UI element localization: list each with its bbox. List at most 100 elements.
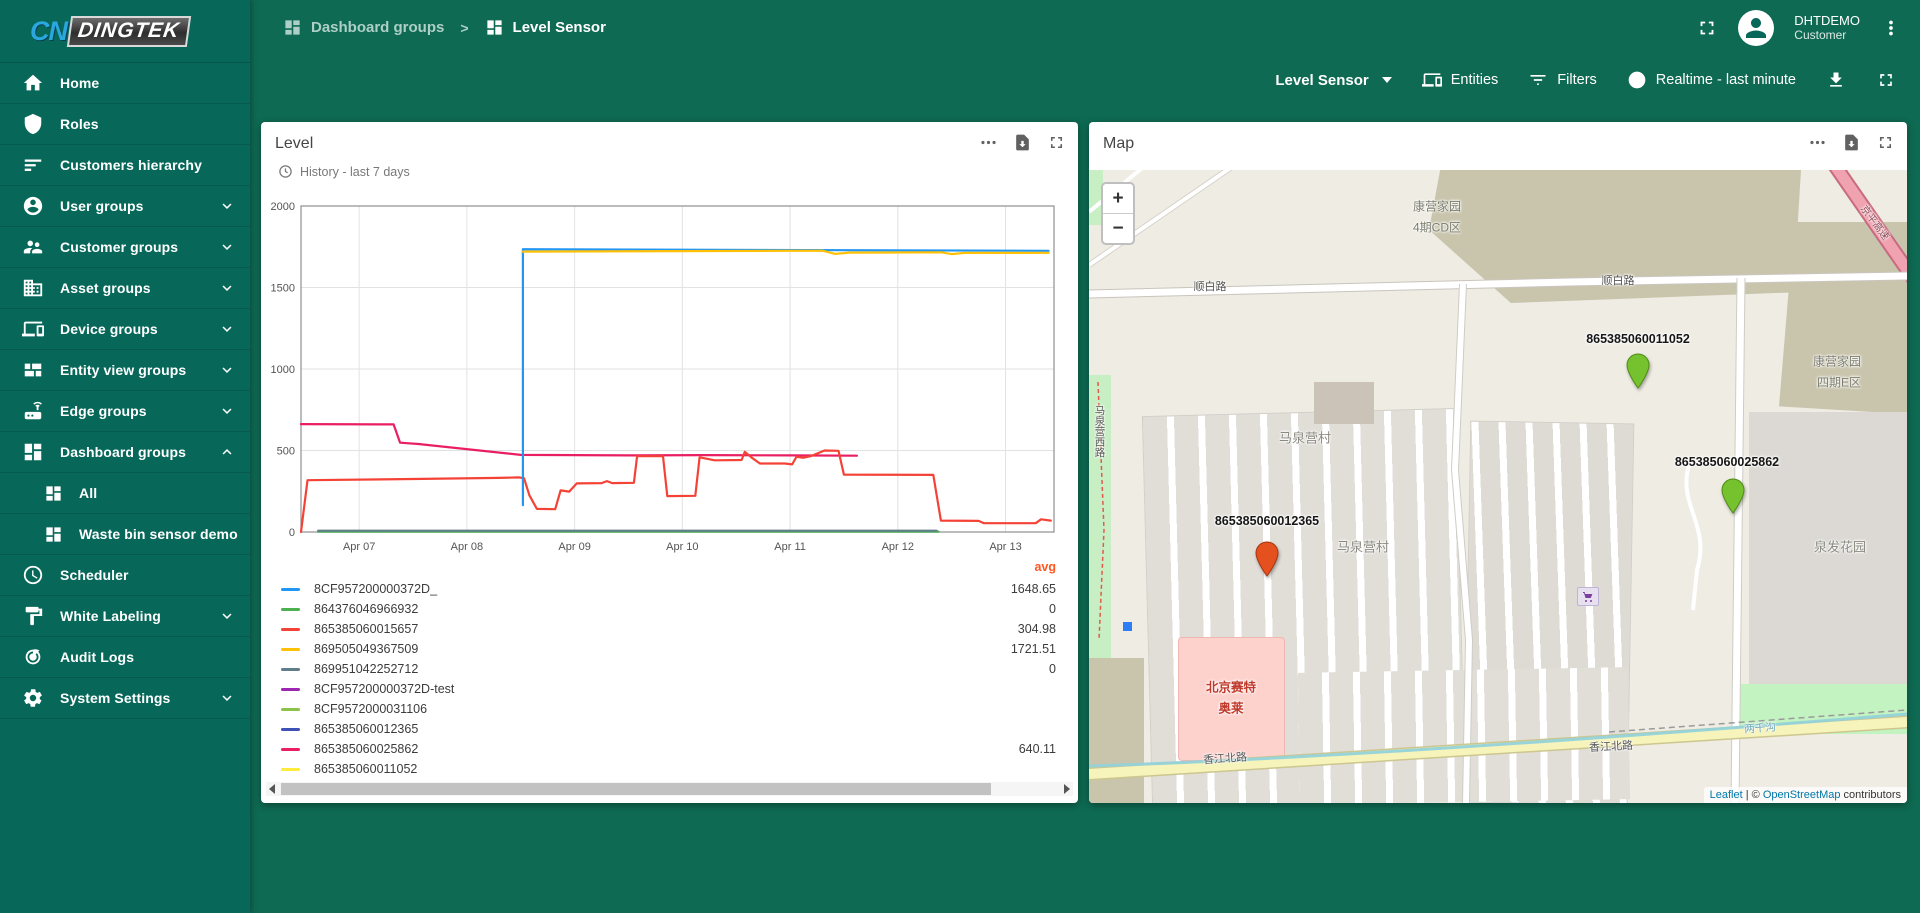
sidebar-item-edge-groups[interactable]: Edge groups: [0, 391, 250, 432]
sidebar-item-label: Device groups: [60, 321, 158, 337]
sidebar-item-dashboard-groups[interactable]: Dashboard groups: [0, 432, 250, 473]
chevron-up-icon: [218, 443, 236, 461]
sidebar-item-user-groups[interactable]: User groups: [0, 186, 250, 227]
more-vert-icon[interactable]: [1880, 17, 1902, 39]
sidebar-menu: Home Roles Customers hierarchy User groupsC…: [0, 62, 250, 719]
legend-avg-value: 0: [1049, 602, 1056, 616]
export-widget-icon[interactable]: [1013, 133, 1032, 152]
y-axis-tick: 1500: [271, 283, 295, 295]
legend-row[interactable]: 865385060011052: [281, 759, 1056, 779]
legend-row[interactable]: 8699510422527120: [281, 659, 1056, 679]
expand-widget-icon[interactable]: [1047, 133, 1066, 152]
sidebar-item-entity-view-groups[interactable]: Entity view groups: [0, 350, 250, 391]
scroll-left-arrow-icon[interactable]: [269, 784, 275, 794]
scrollbar-thumb[interactable]: [281, 783, 991, 795]
sidebar-item-waste-bin-sensor-demo[interactable]: Waste bin sensor demo: [0, 514, 250, 555]
sidebar-item-label: Home: [60, 75, 99, 91]
supermarket-cart-icon: [1577, 587, 1599, 606]
sidebar-item-device-groups[interactable]: Device groups: [0, 309, 250, 350]
people-icon: [22, 236, 44, 258]
sidebar-item-white-labeling[interactable]: White Labeling: [0, 596, 250, 637]
sidebar-item-customer-groups[interactable]: Customer groups: [0, 227, 250, 268]
zoom-in-button[interactable]: +: [1103, 184, 1133, 214]
chart-legend: avg8CF957200000372D_1648.658643760469669…: [281, 560, 1056, 779]
clock-icon: [1627, 70, 1647, 90]
legend-row[interactable]: 865385060025862640.11: [281, 739, 1056, 759]
more-horiz-icon[interactable]: [979, 133, 998, 152]
expand-widget-icon[interactable]: [1876, 133, 1895, 152]
export-dashboard-button[interactable]: [1826, 70, 1846, 90]
fullscreen-icon[interactable]: [1696, 17, 1718, 39]
dashboards-icon: [283, 18, 302, 37]
widget-actions: [979, 133, 1066, 152]
legend-device-name: 865385060012365: [314, 722, 418, 736]
device-map-pin[interactable]: [1625, 353, 1651, 389]
fullscreen-dashboard-button[interactable]: [1876, 70, 1896, 90]
top-header: Dashboard groups > Level Sensor DHTDEMO …: [250, 0, 1920, 55]
sidebar-item-audit-logs[interactable]: Audit Logs: [0, 637, 250, 678]
legend-device-name: 869505049367509: [314, 642, 418, 656]
legend-device-name: 865385060015657: [314, 622, 418, 636]
y-axis-tick: 0: [289, 527, 295, 539]
user-avatar[interactable]: [1738, 10, 1774, 46]
sidebar-item-label: All: [79, 485, 97, 501]
sidebar-item-home[interactable]: Home: [0, 63, 250, 104]
legend-row[interactable]: 8CF957200000372D-test: [281, 679, 1056, 699]
map-place-label: 顺白路: [1602, 272, 1635, 288]
legend-row[interactable]: 865385060015657304.98: [281, 619, 1056, 639]
breadcrumb-parent[interactable]: Dashboard groups: [311, 19, 444, 36]
breadcrumb: Dashboard groups > Level Sensor: [283, 18, 606, 37]
scroll-right-arrow-icon[interactable]: [1064, 784, 1070, 794]
legend-row[interactable]: 8CF9572000031106: [281, 699, 1056, 719]
legend-device-name: 869951042252712: [314, 662, 418, 676]
sidebar-item-label: Waste bin sensor demo: [79, 526, 238, 542]
chevron-down-icon: [218, 607, 236, 625]
y-axis-tick: 1000: [271, 364, 295, 376]
timewindow-subtitle[interactable]: History - last 7 days: [278, 164, 410, 179]
timewindow-label: Realtime - last minute: [1656, 72, 1796, 88]
legend-swatch: [281, 688, 300, 691]
zoom-out-button[interactable]: −: [1103, 214, 1133, 243]
device-map-pin[interactable]: [1720, 478, 1746, 514]
level-line-chart[interactable]: 0500100015002000Apr 07Apr 08Apr 09Apr 10…: [261, 194, 1078, 560]
leaflet-link[interactable]: Leaflet: [1710, 789, 1743, 801]
logo-dingtek-text: DINGTEK: [67, 16, 191, 47]
app-logo[interactable]: CN DINGTEK: [0, 0, 250, 62]
filters-button[interactable]: Filters: [1528, 70, 1596, 90]
filters-label: Filters: [1557, 72, 1596, 88]
sidebar-item-label: Edge groups: [60, 403, 147, 419]
home-icon: [22, 72, 44, 94]
dashboard-select[interactable]: Level Sensor: [1275, 72, 1391, 89]
sidebar-item-all[interactable]: All: [0, 473, 250, 514]
map-place-label: 四期E区: [1817, 374, 1861, 391]
export-widget-icon[interactable]: [1842, 133, 1861, 152]
entities-label: Entities: [1451, 72, 1499, 88]
user-info[interactable]: DHTDEMO Customer: [1794, 13, 1860, 43]
map-place-label: 泉发花园: [1814, 537, 1866, 556]
leaflet-map[interactable]: + − 康营家园4期CD区康营家园四期E区顺白路顺白路马泉营村马泉营村泉发花园北…: [1089, 170, 1907, 803]
timewindow-button[interactable]: Realtime - last minute: [1627, 70, 1796, 90]
sidebar-item-asset-groups[interactable]: Asset groups: [0, 268, 250, 309]
more-horiz-icon[interactable]: [1808, 133, 1827, 152]
map-roads-layer: [1089, 170, 1907, 803]
sidebar-item-label: Customers hierarchy: [60, 157, 202, 173]
x-axis-tick: Apr 10: [666, 541, 698, 553]
legend-swatch: [281, 748, 300, 751]
sidebar-item-scheduler[interactable]: Scheduler: [0, 555, 250, 596]
device-map-pin[interactable]: [1254, 541, 1280, 577]
legend-row[interactable]: 8CF957200000372D_1648.65: [281, 579, 1056, 599]
download-icon: [1826, 70, 1846, 90]
legend-row[interactable]: 865385060012365: [281, 719, 1056, 739]
entities-button[interactable]: Entities: [1422, 70, 1499, 90]
y-axis-tick: 500: [277, 446, 295, 458]
sidebar-item-roles[interactable]: Roles: [0, 104, 250, 145]
legend-row[interactable]: 8643760469669320: [281, 599, 1056, 619]
sidebar-item-label: Dashboard groups: [60, 444, 186, 460]
osm-link[interactable]: OpenStreetMap: [1763, 789, 1841, 801]
legend-swatch: [281, 708, 300, 711]
chevron-down-icon: [218, 402, 236, 420]
legend-row[interactable]: 8695050493675091721.51: [281, 639, 1056, 659]
horizontal-scrollbar[interactable]: [266, 782, 1073, 796]
sidebar-item-system-settings[interactable]: System Settings: [0, 678, 250, 719]
sidebar-item-customers-hierarchy[interactable]: Customers hierarchy: [0, 145, 250, 186]
